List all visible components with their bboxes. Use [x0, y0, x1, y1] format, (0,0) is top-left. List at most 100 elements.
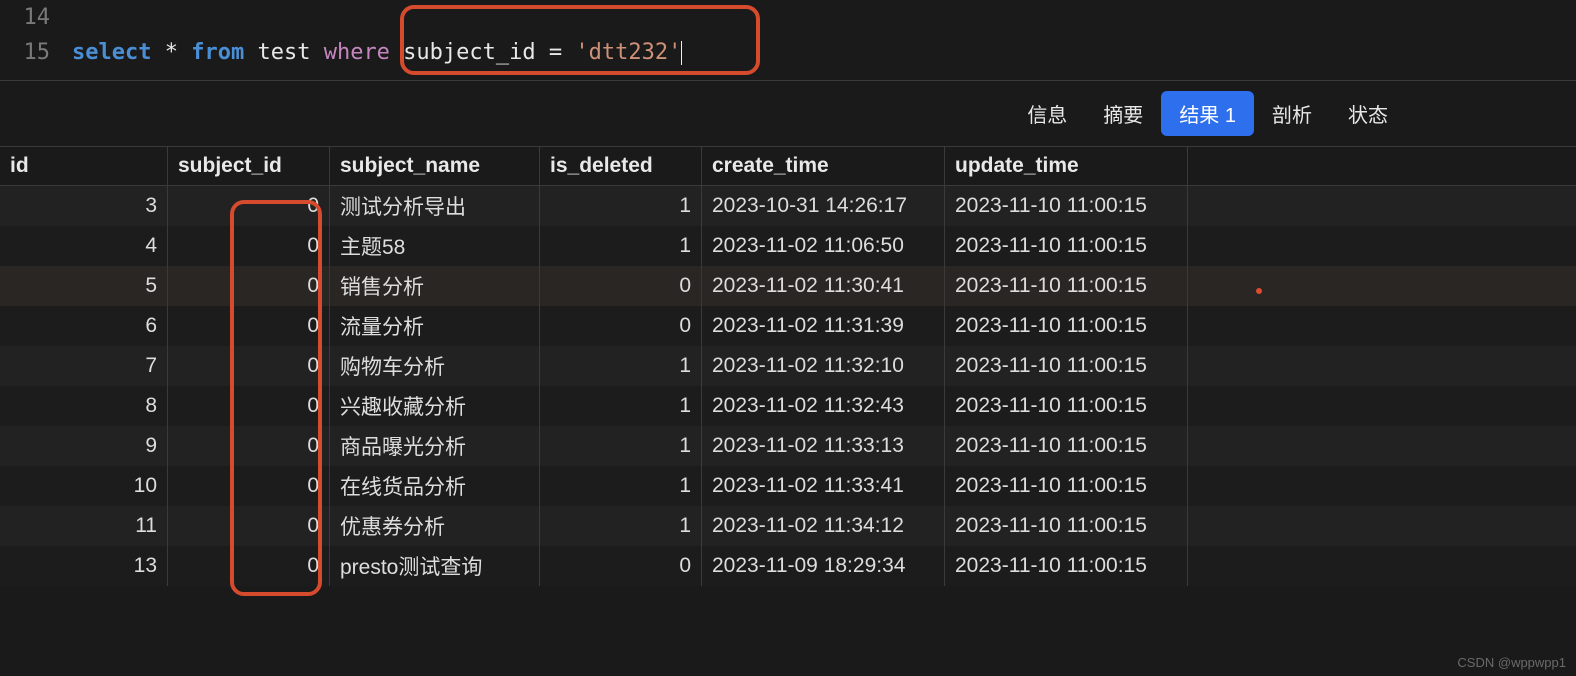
- table-row[interactable]: 100在线货品分析12023-11-02 11:33:412023-11-10 …: [0, 466, 1576, 506]
- cell-is_deleted[interactable]: 1: [540, 506, 702, 546]
- line-number: 15: [0, 40, 72, 65]
- cell-id[interactable]: 3: [0, 186, 168, 226]
- cell-subject_id[interactable]: 0: [168, 186, 330, 226]
- cell-update_time[interactable]: 2023-11-10 11:00:15: [945, 266, 1188, 306]
- cell-update_time[interactable]: 2023-11-10 11:00:15: [945, 346, 1188, 386]
- cell-is_deleted[interactable]: 1: [540, 426, 702, 466]
- watermark-text: CSDN @wppwpp1: [1457, 655, 1566, 670]
- cell-create_time[interactable]: 2023-11-02 11:34:12: [702, 506, 945, 546]
- cell-update_time[interactable]: 2023-11-10 11:00:15: [945, 506, 1188, 546]
- column-header-is_deleted[interactable]: is_deleted: [540, 147, 702, 185]
- column-header-subject_name[interactable]: subject_name: [330, 147, 540, 185]
- tab-2[interactable]: 结果 1: [1161, 91, 1254, 136]
- cell-subject_name[interactable]: 测试分析导出: [330, 186, 540, 226]
- tab-3[interactable]: 剖析: [1254, 91, 1330, 136]
- cell-update_time[interactable]: 2023-11-10 11:00:15: [945, 466, 1188, 506]
- cell-subject_id[interactable]: 0: [168, 346, 330, 386]
- cell-create_time[interactable]: 2023-11-02 11:06:50: [702, 226, 945, 266]
- cell-id[interactable]: 9: [0, 426, 168, 466]
- cell-subject_id[interactable]: 0: [168, 506, 330, 546]
- line-number: 14: [0, 5, 72, 30]
- cell-create_time[interactable]: 2023-10-31 14:26:17: [702, 186, 945, 226]
- cell-update_time[interactable]: 2023-11-10 11:00:15: [945, 226, 1188, 266]
- cell-subject_name[interactable]: 在线货品分析: [330, 466, 540, 506]
- table-row[interactable]: 110优惠券分析12023-11-02 11:34:122023-11-10 1…: [0, 506, 1576, 546]
- cell-id[interactable]: 13: [0, 546, 168, 586]
- text-cursor: [681, 41, 682, 65]
- cell-subject_name[interactable]: 商品曝光分析: [330, 426, 540, 466]
- tab-4[interactable]: 状态: [1330, 91, 1406, 136]
- editor-line: 15 select * from test where subject_id =…: [0, 35, 1576, 70]
- header-row: idsubject_idsubject_nameis_deletedcreate…: [0, 146, 1576, 186]
- cell-create_time[interactable]: 2023-11-02 11:32:43: [702, 386, 945, 426]
- sql-token: select: [72, 40, 151, 65]
- tab-1[interactable]: 摘要: [1085, 91, 1161, 136]
- cell-is_deleted[interactable]: 0: [540, 306, 702, 346]
- table-row[interactable]: 50销售分析02023-11-02 11:30:412023-11-10 11:…: [0, 266, 1576, 306]
- cell-subject_id[interactable]: 0: [168, 426, 330, 466]
- cell-subject_id[interactable]: 0: [168, 306, 330, 346]
- cell-is_deleted[interactable]: 0: [540, 546, 702, 586]
- cell-id[interactable]: 11: [0, 506, 168, 546]
- cell-is_deleted[interactable]: 0: [540, 266, 702, 306]
- cell-create_time[interactable]: 2023-11-02 11:32:10: [702, 346, 945, 386]
- cell-create_time[interactable]: 2023-11-02 11:31:39: [702, 306, 945, 346]
- sql-token: [562, 40, 575, 65]
- cell-id[interactable]: 6: [0, 306, 168, 346]
- cell-is_deleted[interactable]: 1: [540, 186, 702, 226]
- tab-0[interactable]: 信息: [1009, 91, 1085, 136]
- cell-subject_name[interactable]: 主题58: [330, 226, 540, 266]
- cell-create_time[interactable]: 2023-11-02 11:30:41: [702, 266, 945, 306]
- cell-id[interactable]: 10: [0, 466, 168, 506]
- table-row[interactable]: 90商品曝光分析12023-11-02 11:33:132023-11-10 1…: [0, 426, 1576, 466]
- cell-id[interactable]: 4: [0, 226, 168, 266]
- sql-token: [244, 40, 257, 65]
- cell-subject_id[interactable]: 0: [168, 266, 330, 306]
- cell-id[interactable]: 5: [0, 266, 168, 306]
- editor-line: 14: [0, 0, 1576, 35]
- column-header-subject_id[interactable]: subject_id: [168, 147, 330, 185]
- cell-create_time[interactable]: 2023-11-02 11:33:41: [702, 466, 945, 506]
- cell-is_deleted[interactable]: 1: [540, 346, 702, 386]
- cell-is_deleted[interactable]: 1: [540, 466, 702, 506]
- cell-id[interactable]: 8: [0, 386, 168, 426]
- cell-update_time[interactable]: 2023-11-10 11:00:15: [945, 546, 1188, 586]
- table-row[interactable]: 30测试分析导出12023-10-31 14:26:172023-11-10 1…: [0, 186, 1576, 226]
- cell-subject_id[interactable]: 0: [168, 386, 330, 426]
- cell-update_time[interactable]: 2023-11-10 11:00:15: [945, 426, 1188, 466]
- code-content[interactable]: select * from test where subject_id = 'd…: [72, 40, 1576, 65]
- annotation-dot: [1256, 288, 1262, 294]
- cell-update_time[interactable]: 2023-11-10 11:00:15: [945, 186, 1188, 226]
- sql-token: where: [324, 40, 390, 65]
- table-row[interactable]: 60流量分析02023-11-02 11:31:392023-11-10 11:…: [0, 306, 1576, 346]
- sql-token: test: [257, 40, 323, 65]
- cell-update_time[interactable]: 2023-11-10 11:00:15: [945, 386, 1188, 426]
- cell-subject_name[interactable]: 销售分析: [330, 266, 540, 306]
- table-row[interactable]: 80兴趣收藏分析12023-11-02 11:32:432023-11-10 1…: [0, 386, 1576, 426]
- sql-editor[interactable]: 14 15 select * from test where subject_i…: [0, 0, 1576, 80]
- column-header-update_time[interactable]: update_time: [945, 147, 1188, 185]
- cell-subject_name[interactable]: presto测试查询: [330, 546, 540, 586]
- column-header-create_time[interactable]: create_time: [702, 147, 945, 185]
- cell-subject_id[interactable]: 0: [168, 546, 330, 586]
- sql-token: [151, 40, 164, 65]
- cell-is_deleted[interactable]: 1: [540, 226, 702, 266]
- cell-subject_name[interactable]: 兴趣收藏分析: [330, 386, 540, 426]
- cell-subject_name[interactable]: 流量分析: [330, 306, 540, 346]
- cell-create_time[interactable]: 2023-11-09 18:29:34: [702, 546, 945, 586]
- sql-token: [178, 40, 191, 65]
- cell-id[interactable]: 7: [0, 346, 168, 386]
- table-row[interactable]: 130presto测试查询02023-11-09 18:29:342023-11…: [0, 546, 1576, 586]
- cell-subject_name[interactable]: 购物车分析: [330, 346, 540, 386]
- cell-is_deleted[interactable]: 1: [540, 386, 702, 426]
- cell-subject_id[interactable]: 0: [168, 466, 330, 506]
- cell-update_time[interactable]: 2023-11-10 11:00:15: [945, 306, 1188, 346]
- column-header-id[interactable]: id: [0, 147, 168, 185]
- table-row[interactable]: 40主题5812023-11-02 11:06:502023-11-10 11:…: [0, 226, 1576, 266]
- table-row[interactable]: 70购物车分析12023-11-02 11:32:102023-11-10 11…: [0, 346, 1576, 386]
- sql-token: 'dtt232': [575, 40, 681, 65]
- result-grid[interactable]: idsubject_idsubject_nameis_deletedcreate…: [0, 146, 1576, 586]
- cell-create_time[interactable]: 2023-11-02 11:33:13: [702, 426, 945, 466]
- cell-subject_id[interactable]: 0: [168, 226, 330, 266]
- cell-subject_name[interactable]: 优惠券分析: [330, 506, 540, 546]
